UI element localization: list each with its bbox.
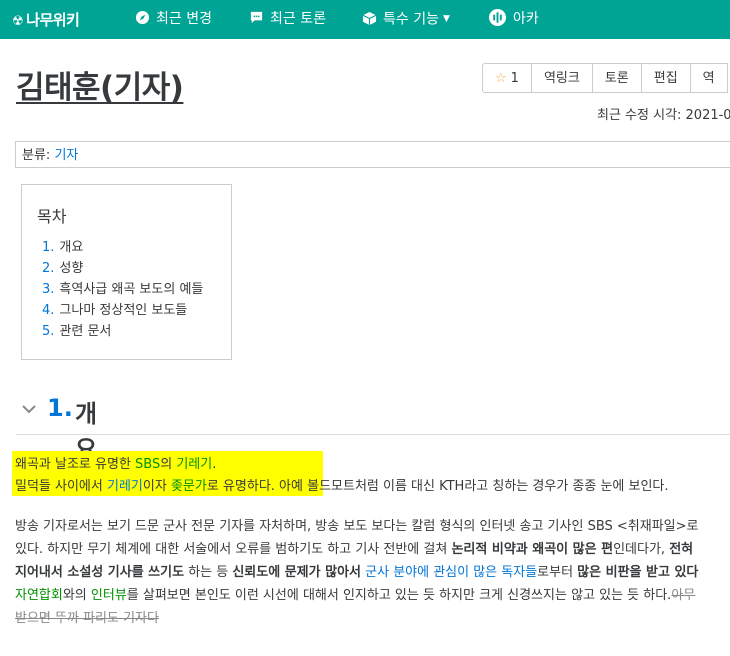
intro-line-1: 왜곡과 날조로 유명한 SBS의 기레기. bbox=[15, 457, 217, 472]
last-modified: 최근 수정 시각: 2021-08 bbox=[597, 108, 730, 123]
category-label: 분류: bbox=[22, 148, 55, 163]
table-of-contents: 목차 1. 개요 2. 성향 3. 흑역사급 왜곡 보도의 예들 4. 그나마 정상적인… bbox=[21, 184, 232, 360]
toc-item-number[interactable]: 4. bbox=[42, 303, 54, 318]
caret-down-icon: ▼ bbox=[442, 14, 450, 24]
cube-icon bbox=[361, 1, 377, 40]
toc-item-number[interactable]: 5. bbox=[42, 324, 54, 339]
history-button[interactable]: 역 bbox=[690, 63, 728, 93]
giregi-link-2[interactable]: 기레기 bbox=[107, 479, 143, 494]
site-logo[interactable]: ☢ 나무위키 bbox=[12, 9, 80, 30]
logo-icon: ☢ bbox=[12, 14, 24, 29]
nav-special-features[interactable]: 특수 기능 ▼ bbox=[361, 0, 450, 39]
toc-title: 목차 bbox=[37, 207, 67, 226]
compass-icon bbox=[134, 0, 150, 39]
toc-item-number[interactable]: 2. bbox=[42, 261, 54, 276]
backlinks-button[interactable]: 역링크 bbox=[531, 63, 593, 93]
body-line-3: 지어내서 소설성 기사를 쓰기도 하는 등 신뢰도에 문제가 많아서 군사 분야… bbox=[15, 565, 699, 580]
toc-item[interactable]: 2. 성향 bbox=[42, 258, 203, 279]
jotmunga-link[interactable]: 좆문가 bbox=[171, 479, 207, 494]
nav-arca[interactable]: 아카 bbox=[487, 0, 539, 39]
body-line-2: 있다. 하지만 무기 체계에 대한 서술에서 오류를 범하기도 하고 기사 전반… bbox=[15, 542, 694, 557]
category-link[interactable]: 기자 bbox=[54, 148, 78, 163]
toc-item-number[interactable]: 1. bbox=[42, 240, 54, 255]
chevron-down-icon[interactable] bbox=[20, 400, 38, 422]
toc-item[interactable]: 5. 관련 문서 bbox=[42, 321, 203, 342]
discussion-button[interactable]: 토론 bbox=[592, 63, 642, 93]
top-navbar: ☢ 나무위키 최근 변경 최근 토론 특수 기능 ▼ 아카 bbox=[0, 0, 730, 39]
category-box: 분류: 기자 bbox=[15, 141, 730, 168]
comment-icon bbox=[248, 0, 264, 39]
star-icon: ☆ bbox=[495, 71, 507, 86]
toc-item[interactable]: 4. 그나마 정상적인 보도들 bbox=[42, 300, 203, 321]
nav-recent-discussions[interactable]: 최근 토론 bbox=[248, 0, 326, 39]
star-button[interactable]: ☆ 1 bbox=[482, 63, 532, 93]
edit-button[interactable]: 편집 bbox=[641, 63, 691, 93]
association-link[interactable]: 자연합회 bbox=[15, 588, 63, 603]
military-readers-link[interactable]: 군사 분야에 관심이 많은 독자들 bbox=[365, 565, 537, 580]
body-line-4: 자연합회와의 인터뷰를 살펴보면 본인도 이런 시선에 대해서 인지하고 있는 … bbox=[15, 588, 696, 603]
toc-item[interactable]: 1. 개요 bbox=[42, 237, 203, 258]
toc-list: 1. 개요 2. 성향 3. 흑역사급 왜곡 보도의 예들 4. 그나마 정상적인 보도… bbox=[42, 237, 203, 342]
giregi-link[interactable]: 기레기 bbox=[176, 457, 212, 472]
interview-link[interactable]: 인터뷰 bbox=[91, 588, 127, 603]
intro-line-2: 밀덕들 사이에서 기레기이자 좆문가로 유명하다. 아예 볼드모트처럼 이름 대… bbox=[15, 479, 669, 494]
section-number[interactable]: 1. bbox=[47, 394, 73, 422]
page-title: 김태훈(기자) bbox=[16, 70, 184, 106]
body-line-1: 방송 기자로서는 보기 드문 군사 전문 기자를 자처하며, 방송 보도 보다는… bbox=[15, 519, 699, 534]
toc-item[interactable]: 3. 흑역사급 왜곡 보도의 예들 bbox=[42, 279, 203, 300]
sbs-link[interactable]: SBS bbox=[135, 457, 160, 472]
arca-icon bbox=[487, 0, 507, 39]
body-line-5-strikethrough: 받으면 뚜까 파리도 기자다 bbox=[15, 611, 159, 626]
article-toolbar: ☆ 1 역링크 토론 편집 역 bbox=[482, 63, 728, 93]
toc-item-number[interactable]: 3. bbox=[42, 282, 54, 297]
section-divider bbox=[16, 434, 730, 435]
nav-recent-changes[interactable]: 최근 변경 bbox=[134, 0, 212, 39]
